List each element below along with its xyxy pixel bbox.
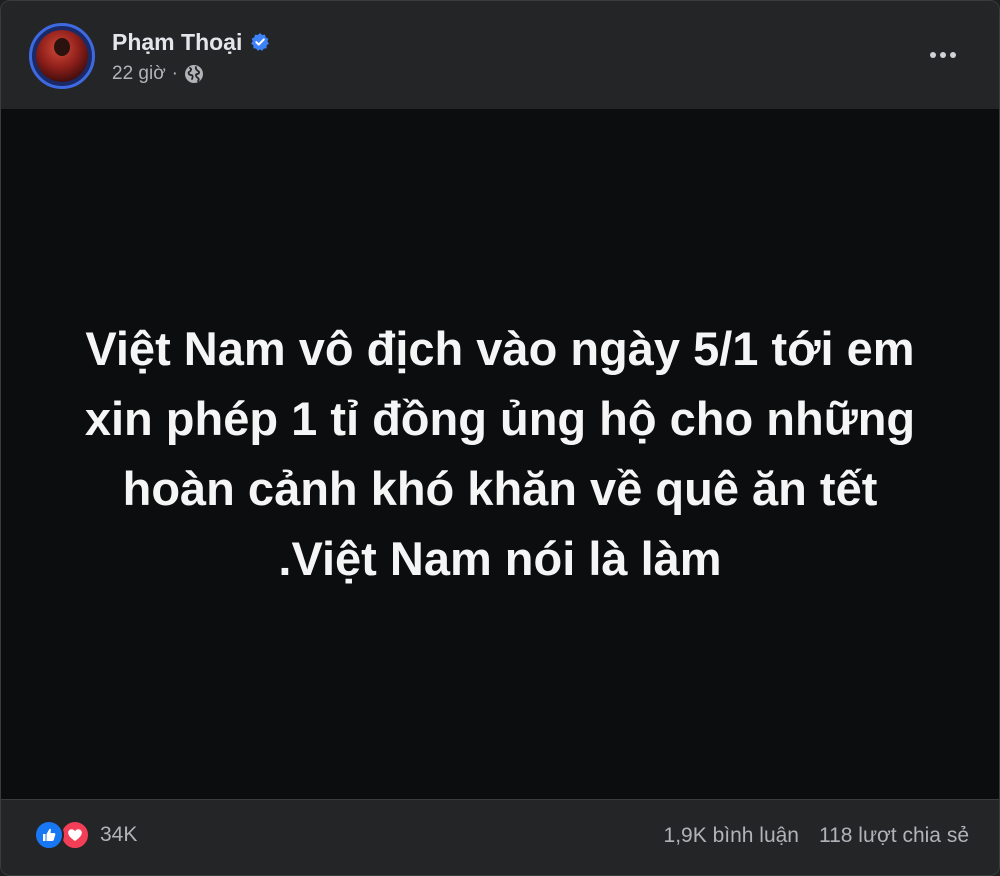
author-avatar[interactable] (29, 23, 95, 89)
comments-count[interactable]: 1,9K bình luận (664, 824, 799, 848)
author-name[interactable]: Phạm Thoại (112, 29, 242, 56)
verified-badge-icon (251, 33, 270, 51)
reactions-summary[interactable]: 34K (34, 820, 137, 850)
like-icon (34, 820, 64, 850)
more-dot (950, 52, 956, 58)
globe-icon[interactable] (184, 64, 204, 84)
post-timestamp[interactable]: 22 giờ (112, 63, 166, 85)
more-dot (930, 52, 936, 58)
engagement-stats: 1,9K bình luận 118 lượt chia sẻ (664, 824, 969, 848)
post-meta: 22 giờ · (112, 63, 204, 85)
meta-separator: · (171, 63, 178, 84)
reaction-count: 34K (100, 823, 138, 846)
post-header: Phạm Thoại 22 giờ · (1, 1, 999, 109)
post-content[interactable]: Việt Nam vô địch vào ngày 5/1 tới em xin… (1, 109, 999, 799)
post-card: Phạm Thoại 22 giờ · Việt Nam vô địch vào… (0, 0, 1000, 876)
author-row: Phạm Thoại (112, 27, 270, 57)
shares-count[interactable]: 118 lượt chia sẻ (819, 824, 969, 848)
love-icon (60, 820, 90, 850)
more-options-icon[interactable] (927, 39, 959, 71)
avatar-image (36, 30, 88, 82)
post-text: Việt Nam vô địch vào ngày 5/1 tới em xin… (84, 322, 916, 585)
post-footer: 34K 1,9K bình luận 118 lượt chia sẻ (1, 799, 999, 875)
more-dot (940, 52, 946, 58)
